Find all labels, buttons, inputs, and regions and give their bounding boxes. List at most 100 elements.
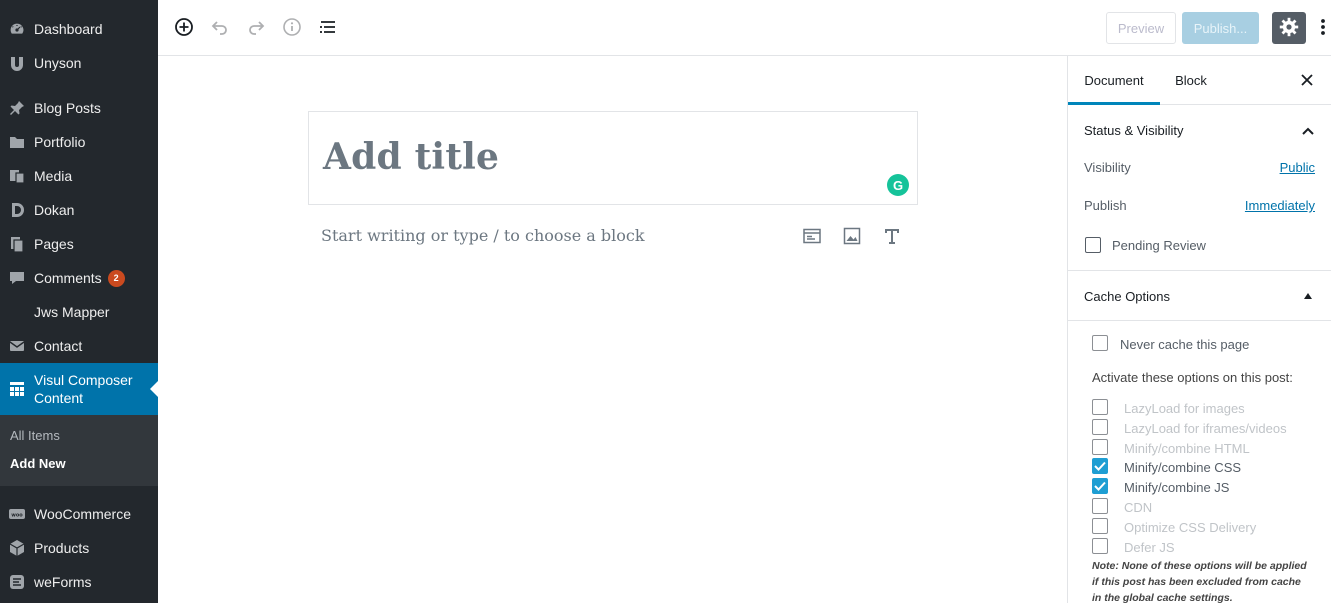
more-tools-button[interactable] (1316, 12, 1330, 44)
box-icon (0, 539, 34, 557)
panel-divider (1068, 320, 1331, 321)
menu-item-unyson[interactable]: Unyson (0, 46, 158, 80)
menu-label: Blog Posts (34, 100, 101, 116)
menu-label: Unyson (34, 55, 82, 71)
menu-label: Pages (34, 236, 74, 252)
admin-sidebar: Dashboard Unyson Blog Posts Portfolio Me… (0, 0, 158, 603)
menu-item-comments[interactable]: Comments 2 (0, 261, 158, 295)
cache-note: Note: None of these options will be appl… (1092, 560, 1307, 603)
menu-label: Dashboard (34, 21, 103, 37)
checkmark-icon (1094, 481, 1106, 491)
cache-option-checkbox[interactable] (1092, 458, 1108, 474)
media-icon (0, 167, 34, 185)
cache-option-checkbox[interactable] (1092, 399, 1108, 415)
menu-label: Visul Composer Content (34, 372, 133, 406)
folder-icon (0, 133, 34, 151)
editor-toolbar: Preview Publish... (158, 0, 1331, 56)
checkmark-icon (1094, 461, 1106, 471)
menu-label: Media (34, 168, 73, 184)
menu-item-dokan[interactable]: Dokan (0, 193, 158, 227)
block-navigation-button[interactable] (314, 14, 342, 42)
insert-text-block-button[interactable] (881, 226, 903, 248)
sidebar-tabs: Document Block (1068, 56, 1331, 105)
mail-icon (0, 337, 34, 355)
menu-item-jws-mapper[interactable]: Jws Mapper (0, 295, 158, 329)
more-vertical-icon (1320, 17, 1326, 40)
comments-count-badge: 2 (107, 269, 125, 287)
pin-icon (0, 99, 34, 117)
current-menu-arrow (150, 381, 158, 397)
cache-option-label: LazyLoad for iframes/videos (1124, 421, 1287, 436)
panel-divider (1068, 270, 1331, 271)
cache-option-checkbox[interactable] (1092, 439, 1108, 455)
list-view-icon (318, 17, 338, 40)
cache-option-label: CDN (1124, 500, 1153, 515)
visibility-toggle-link[interactable]: Public (1280, 160, 1315, 175)
tab-document[interactable]: Document (1068, 56, 1160, 105)
collapse-status-panel-button[interactable] (1300, 122, 1316, 138)
svg-text:woo: woo (11, 513, 23, 519)
publish-label: Publish (1084, 198, 1127, 213)
preview-button[interactable]: Preview (1106, 12, 1176, 44)
cache-option-label: Minify/combine HTML (1124, 441, 1250, 456)
menu-item-blog-posts[interactable]: Blog Posts (0, 91, 158, 125)
status-visibility-panel-title[interactable]: Status & Visibility (1084, 123, 1183, 138)
cache-option-checkbox[interactable] (1092, 478, 1108, 494)
post-title-field[interactable]: Add title G (308, 111, 918, 205)
info-icon (282, 17, 302, 40)
cache-option-checkbox[interactable] (1092, 419, 1108, 435)
triangle-up-icon (1304, 287, 1312, 302)
menu-label: Dokan (34, 202, 75, 218)
undo-button[interactable] (206, 14, 234, 42)
menu-item-products[interactable]: Products (0, 531, 158, 565)
cache-options-panel-title[interactable]: Cache Options (1084, 289, 1170, 304)
close-sidebar-button[interactable] (1298, 72, 1316, 90)
submenu-item-add-new[interactable]: Add New (0, 455, 158, 483)
menu-label: Jws Mapper (34, 304, 110, 320)
never-cache-checkbox[interactable] (1092, 335, 1108, 351)
visibility-label: Visibility (1084, 160, 1131, 175)
cache-option-checkbox[interactable] (1092, 518, 1108, 534)
settings-sidebar: Document Block Status & Visibility Visib… (1067, 56, 1331, 603)
menu-label: Products (34, 540, 90, 556)
menu-item-weforms[interactable]: weForms (0, 565, 158, 599)
publish-button[interactable]: Publish... (1182, 12, 1259, 44)
cache-option-checkbox[interactable] (1092, 498, 1108, 514)
menu-label: Portfolio (34, 134, 86, 150)
default-block-appender[interactable]: Start writing or type / to choose a bloc… (321, 226, 645, 245)
submenu-item-all-items[interactable]: All Items (0, 427, 158, 455)
redo-icon (246, 17, 266, 40)
content-info-button[interactable] (278, 14, 306, 42)
menu-item-contact[interactable]: Contact (0, 329, 158, 363)
add-block-button[interactable] (170, 14, 198, 42)
comment-icon (0, 269, 34, 287)
unyson-icon (0, 54, 34, 72)
menu-item-pages[interactable]: Pages (0, 227, 158, 261)
menu-item-woocommerce[interactable]: woo WooCommerce (0, 497, 158, 531)
menu-label: weForms (34, 574, 92, 590)
grammarly-icon[interactable]: G (887, 174, 909, 196)
weforms-icon (0, 573, 34, 591)
grid-icon (0, 380, 34, 398)
menu-label: Comments (34, 270, 102, 286)
title-placeholder: Add title (323, 136, 500, 178)
dashboard-icon (0, 20, 34, 38)
publish-date-link[interactable]: Immediately (1245, 198, 1315, 213)
cache-option-checkbox[interactable] (1092, 538, 1108, 554)
menu-item-media[interactable]: Media (0, 159, 158, 193)
menu-item-portfolio[interactable]: Portfolio (0, 125, 158, 159)
redo-button[interactable] (242, 14, 270, 42)
collapse-cache-panel-button[interactable] (1302, 288, 1314, 300)
pending-review-checkbox[interactable] (1085, 237, 1101, 253)
insert-image-block-button[interactable] (841, 226, 863, 248)
text-icon (882, 226, 902, 249)
insert-heading-block-button[interactable] (801, 226, 823, 248)
chevron-up-icon (1302, 123, 1314, 138)
menu-item-visul-composer-content[interactable]: Visul Composer Content (0, 363, 158, 415)
cache-option-label: Minify/combine CSS (1124, 460, 1242, 475)
menu-item-dashboard[interactable]: Dashboard (0, 12, 158, 46)
menu-label: Contact (34, 338, 83, 354)
tab-block[interactable]: Block (1166, 56, 1216, 105)
close-icon (1301, 73, 1313, 89)
settings-button[interactable] (1272, 12, 1306, 44)
